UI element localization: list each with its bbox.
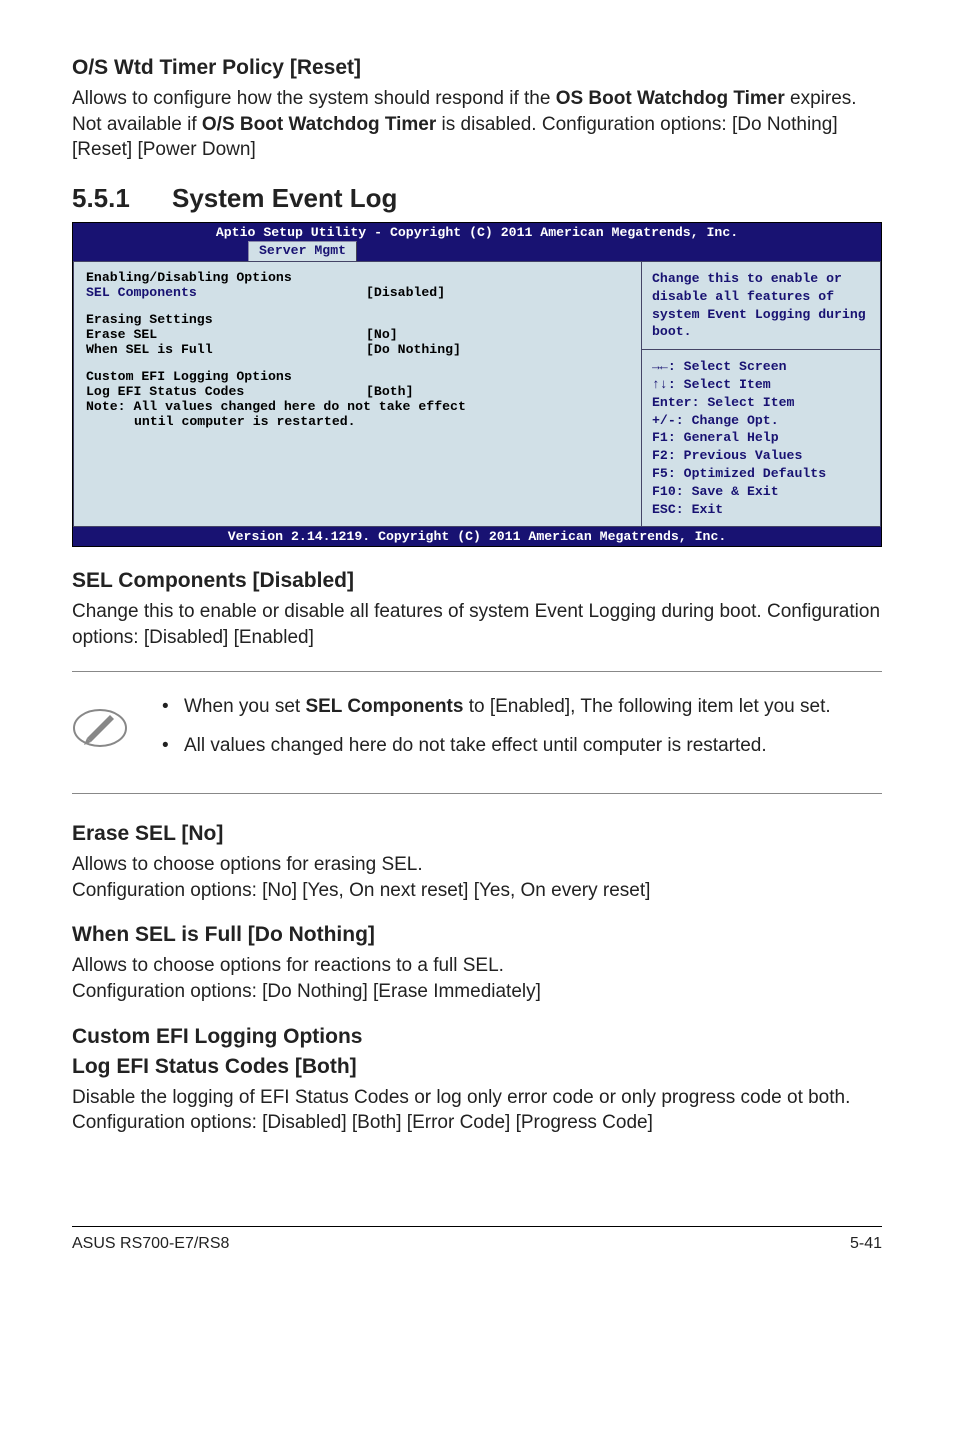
bios-group-heading: Enabling/Disabling Options <box>86 270 629 285</box>
bios-help-text: Change this to enable or disable all fea… <box>641 261 881 349</box>
bios-nav-help: →←: Select Screen ↑↓: Select Item Enter:… <box>641 349 881 527</box>
bios-value: [Do Nothing] <box>366 342 461 357</box>
text-bold: O/S Boot Watchdog Timer <box>202 114 436 135</box>
bios-value: [Disabled] <box>366 285 445 300</box>
bios-item-when-sel-full: When SEL is Full <box>86 342 366 357</box>
when-sel-full-title: When SEL is Full [Do Nothing] <box>72 923 882 947</box>
section-num: 5.5.1 <box>72 183 172 214</box>
bios-title-text: Aptio Setup Utility - Copyright (C) 2011… <box>73 225 881 242</box>
bios-item-sel-components: SEL Components <box>86 285 366 300</box>
bios-left-pane: Enabling/Disabling Options SEL Component… <box>73 261 641 528</box>
bios-item-erase-sel: Erase SEL <box>86 327 366 342</box>
bios-nav-line: →←: Select Screen <box>652 358 870 376</box>
bios-screenshot: Aptio Setup Utility - Copyright (C) 2011… <box>72 222 882 548</box>
bios-nav-line: F2: Previous Values <box>652 447 870 465</box>
bios-nav-line: ↑↓: Select Item <box>652 376 870 394</box>
note-item: When you set SEL Components to [Enabled]… <box>156 694 831 720</box>
log-efi-desc: Disable the logging of EFI Status Codes … <box>72 1085 882 1136</box>
pencil-icon <box>72 700 128 756</box>
bios-note-line: Note: All values changed here do not tak… <box>86 399 629 414</box>
os-wtd-title: O/S Wtd Timer Policy [Reset] <box>72 56 882 80</box>
text-bold: OS Boot Watchdog Timer <box>556 88 785 109</box>
section-name: System Event Log <box>172 183 397 213</box>
bios-item-log-efi: Log EFI Status Codes <box>86 384 366 399</box>
footer-page-num: 5-41 <box>850 1235 882 1253</box>
os-wtd-desc: Allows to configure how the system shoul… <box>72 86 882 163</box>
bios-nav-line: ESC: Exit <box>652 501 870 519</box>
bios-group-heading: Custom EFI Logging Options <box>86 369 629 384</box>
bios-value: [No] <box>366 327 398 342</box>
bios-nav-line: F1: General Help <box>652 429 870 447</box>
text-bold: SEL Components <box>305 696 463 717</box>
bios-nav-line: F10: Save & Exit <box>652 483 870 501</box>
text-frag: to [Enabled], The following item let you… <box>463 696 830 717</box>
custom-efi-title: Custom EFI Logging Options <box>72 1025 882 1049</box>
bios-value: [Both] <box>366 384 413 399</box>
when-sel-full-desc: Allows to choose options for reactions t… <box>72 953 882 1004</box>
erase-sel-title: Erase SEL [No] <box>72 822 882 846</box>
note-box: When you set SEL Components to [Enabled]… <box>72 671 882 794</box>
log-efi-title: Log EFI Status Codes [Both] <box>72 1055 882 1079</box>
sel-components-desc: Change this to enable or disable all fea… <box>72 599 882 650</box>
page-footer: ASUS RS700-E7/RS8 5-41 <box>72 1226 882 1253</box>
bios-group-heading: Erasing Settings <box>86 312 629 327</box>
text-frag: Allows to configure how the system shoul… <box>72 88 556 109</box>
bios-tab-server-mgmt: Server Mgmt <box>248 241 357 261</box>
text-frag: When you set <box>184 696 305 717</box>
bios-nav-line: +/-: Change Opt. <box>652 412 870 430</box>
bios-footer: Version 2.14.1219. Copyright (C) 2011 Am… <box>73 527 881 546</box>
bios-nav-line: Enter: Select Item <box>652 394 870 412</box>
footer-product: ASUS RS700-E7/RS8 <box>72 1235 229 1253</box>
section-title: 5.5.1System Event Log <box>72 183 882 214</box>
erase-sel-desc: Allows to choose options for erasing SEL… <box>72 852 882 903</box>
bios-note-line: until computer is restarted. <box>86 414 629 429</box>
sel-components-title: SEL Components [Disabled] <box>72 569 882 593</box>
bios-nav-line: F5: Optimized Defaults <box>652 465 870 483</box>
bios-tab-row: Server Mgmt <box>73 241 881 261</box>
bios-titlebar: Aptio Setup Utility - Copyright (C) 2011… <box>73 223 881 261</box>
note-item: All values changed here do not take effe… <box>156 733 831 759</box>
